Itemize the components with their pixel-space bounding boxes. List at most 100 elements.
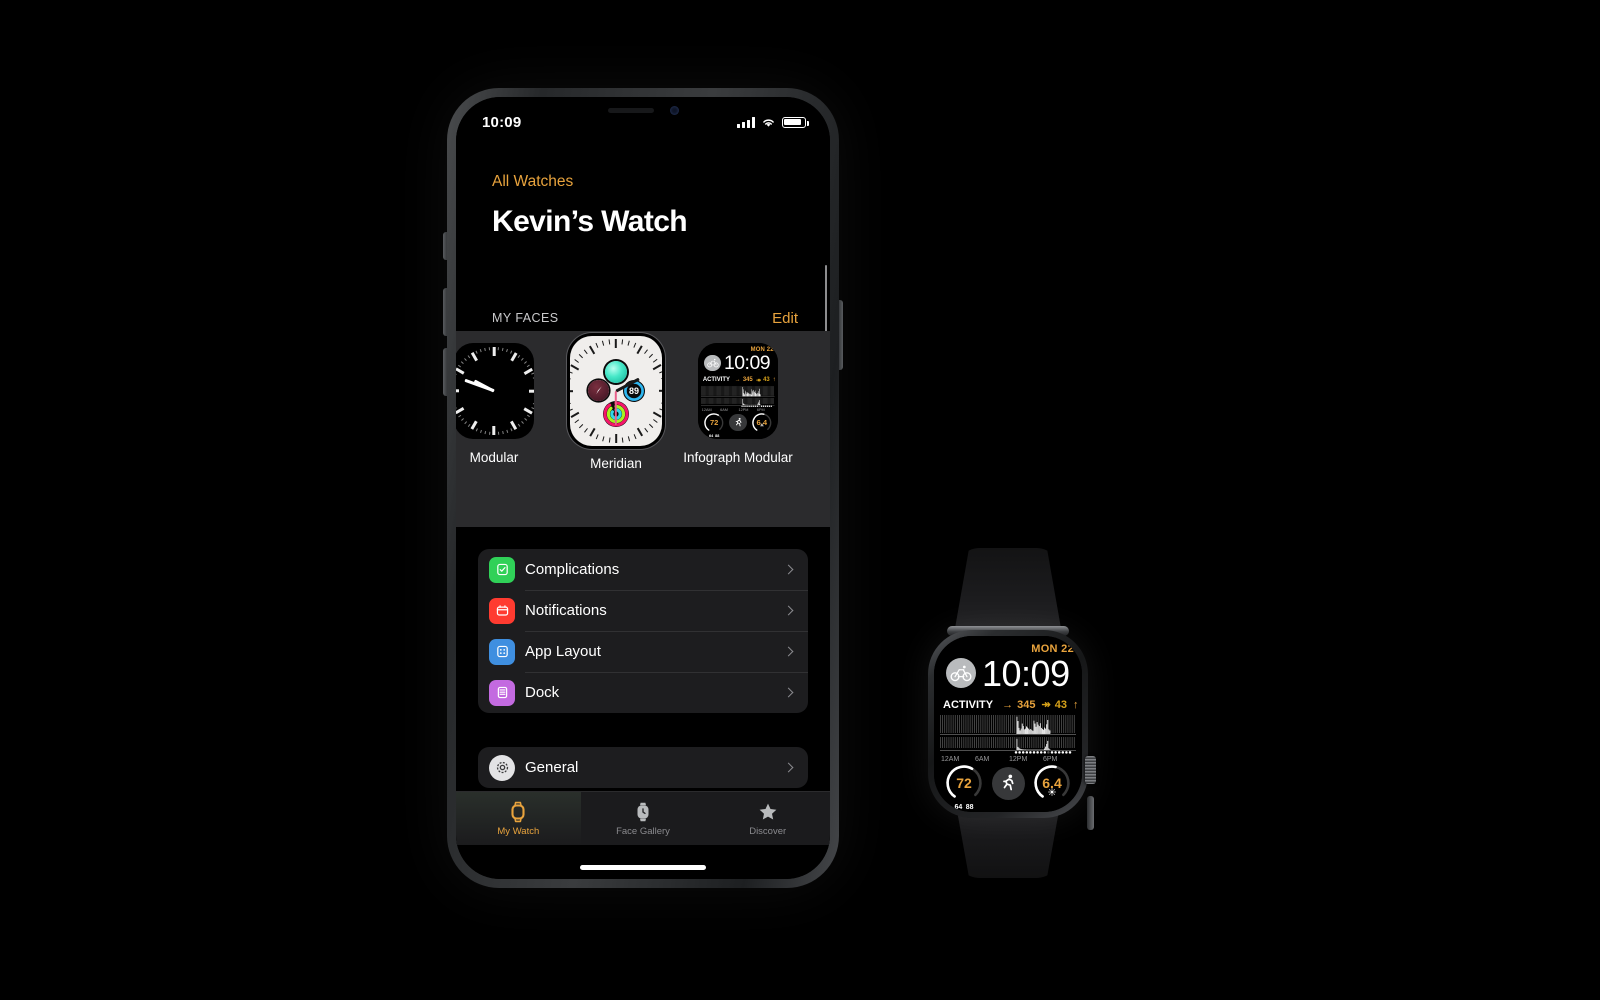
my-faces-carousel[interactable]: Modular 89 Meridian MON 22 10:09 ACTIVIT…: [456, 331, 830, 527]
dial-tick: [570, 376, 571, 380]
move-arrow-icon: →: [1002, 698, 1014, 711]
watch-side-button[interactable]: [1087, 796, 1094, 830]
watch-icon: [511, 801, 525, 822]
workout-running-icon: [735, 417, 741, 427]
battery-icon: [782, 116, 809, 128]
chevron-right-icon: [783, 762, 794, 773]
uv-index-icon: [759, 414, 764, 432]
apple-watch-device: MON 2210:09ACTIVITY→345↠43↑1012AM6AM12PM…: [893, 548, 1123, 878]
dial-tick: [570, 402, 571, 406]
dial-tick: [526, 364, 530, 368]
stand-arrow-icon: ↑: [772, 377, 776, 383]
dock-icon: [497, 686, 507, 699]
home-indicator[interactable]: [580, 865, 706, 870]
notifications-icon: [496, 605, 508, 616]
settings-row[interactable]: App Layout: [478, 631, 808, 672]
dial-tick: [644, 427, 649, 433]
tab-label: My Watch: [497, 825, 540, 837]
dial-tick: [497, 347, 500, 351]
dial-tick: [456, 407, 465, 415]
chevron-right-icon: [783, 605, 794, 616]
complication-value: 72: [956, 775, 972, 791]
dial-tick: [467, 423, 471, 427]
activity-chart: [701, 385, 775, 409]
signal-bars-icon: [737, 116, 755, 128]
exercise-arrow-icon: ↠: [755, 377, 761, 384]
settings-row[interactable]: Notifications: [478, 590, 808, 631]
watch-display[interactable]: MON 2210:09ACTIVITY→345↠43↑1012AM6AM12PM…: [934, 636, 1082, 812]
face-thumbnail-modular: [456, 343, 534, 439]
activity-chart-svg: [701, 385, 775, 407]
dial-tick: [520, 421, 524, 425]
compass-arrow-icon: [596, 386, 602, 395]
dial-tick: [520, 357, 524, 361]
tab-label: Discover: [749, 825, 787, 837]
exercise-arrow-icon: ↠: [1041, 699, 1051, 711]
dial-tick: [484, 347, 487, 352]
complication-gauge-uv-index: 6.4: [751, 412, 773, 434]
dial-tick: [659, 370, 662, 374]
minute-hand: [615, 391, 617, 425]
dial-tick: [510, 350, 513, 354]
edit-faces-button[interactable]: Edit: [772, 310, 798, 327]
all-watches-back-link[interactable]: All Watches: [492, 173, 573, 191]
settings-row[interactable]: General: [478, 747, 808, 788]
scene-root: 10:09 All Watches Kevin’s Watch MY FACES…: [0, 0, 1600, 1000]
dial-tick: [627, 340, 631, 346]
earpiece-speaker-icon: [607, 108, 654, 113]
complication-workout: [729, 413, 747, 432]
wifi-icon: [763, 118, 774, 127]
dial-tick: [588, 345, 596, 355]
complication-subvalue: 64: [954, 804, 963, 811]
complication-gauge-heart-rate: 72 64 88: [703, 412, 725, 438]
face-label: Modular: [469, 450, 519, 465]
app-layout-icon: [496, 645, 508, 658]
dial-tick: [506, 348, 509, 353]
face-card-infograph-modular[interactable]: MON 2210:09ACTIVITY→345↠43↑1012AM6AM12PM…: [683, 343, 793, 471]
dial-tick: [524, 417, 528, 421]
dial-tick: [570, 370, 573, 374]
dial-tick: [497, 431, 500, 435]
dial-tick: [464, 357, 468, 361]
settings-row[interactable]: Complications: [478, 549, 808, 590]
activity-exercise-value: 43: [1054, 698, 1067, 711]
face-card-modular[interactable]: Modular: [456, 343, 548, 471]
dial-tick: [652, 358, 658, 363]
my-faces-label: MY FACES: [492, 311, 559, 325]
face-card-meridian[interactable]: 89 Meridian: [562, 336, 670, 471]
dial-tick: [467, 355, 471, 359]
dial-tick: [464, 421, 468, 425]
dial-tick: [517, 423, 521, 427]
sun-glyph: [1048, 788, 1056, 796]
dial-tick: [501, 430, 504, 435]
front-camera-icon: [669, 106, 679, 115]
activity-move-value: 345: [1017, 698, 1036, 711]
dial-tick: [570, 363, 580, 371]
chevron-right-icon: [783, 687, 794, 698]
chevron-right-icon: [783, 646, 794, 657]
dial-tick: [595, 342, 599, 348]
tab-bar: My Watch Face Gallery Discover: [456, 791, 830, 845]
dial-tick: [652, 411, 662, 419]
tab-face-gallery[interactable]: Face Gallery: [581, 792, 706, 845]
watch-band-top: [954, 548, 1062, 634]
settings-row-label: Notifications: [525, 602, 607, 619]
dial-tick: [460, 361, 464, 365]
settings-row-label: Dock: [525, 684, 560, 701]
dial-tick: [531, 407, 534, 410]
complication-subvalue: 88: [965, 804, 974, 811]
complication-value: 72: [709, 417, 719, 427]
settings-row[interactable]: Dock: [478, 672, 808, 713]
tab-discover[interactable]: Discover: [705, 792, 830, 845]
dial-tick: [648, 353, 654, 359]
dial-tick: [458, 414, 462, 418]
dial-tick: [574, 419, 580, 424]
dial-tick: [492, 347, 496, 356]
dial-tick: [517, 355, 521, 359]
tab-my-watch[interactable]: My Watch: [456, 792, 581, 845]
digital-crown[interactable]: [1085, 756, 1096, 784]
activity-summary-row: ACTIVITY→345↠43↑10: [703, 377, 778, 384]
stand-arrow-icon: ↑: [1072, 698, 1079, 711]
bottom-complications: 72 64 88 6.4: [703, 411, 773, 438]
watch-time: 10:09: [982, 653, 1070, 694]
